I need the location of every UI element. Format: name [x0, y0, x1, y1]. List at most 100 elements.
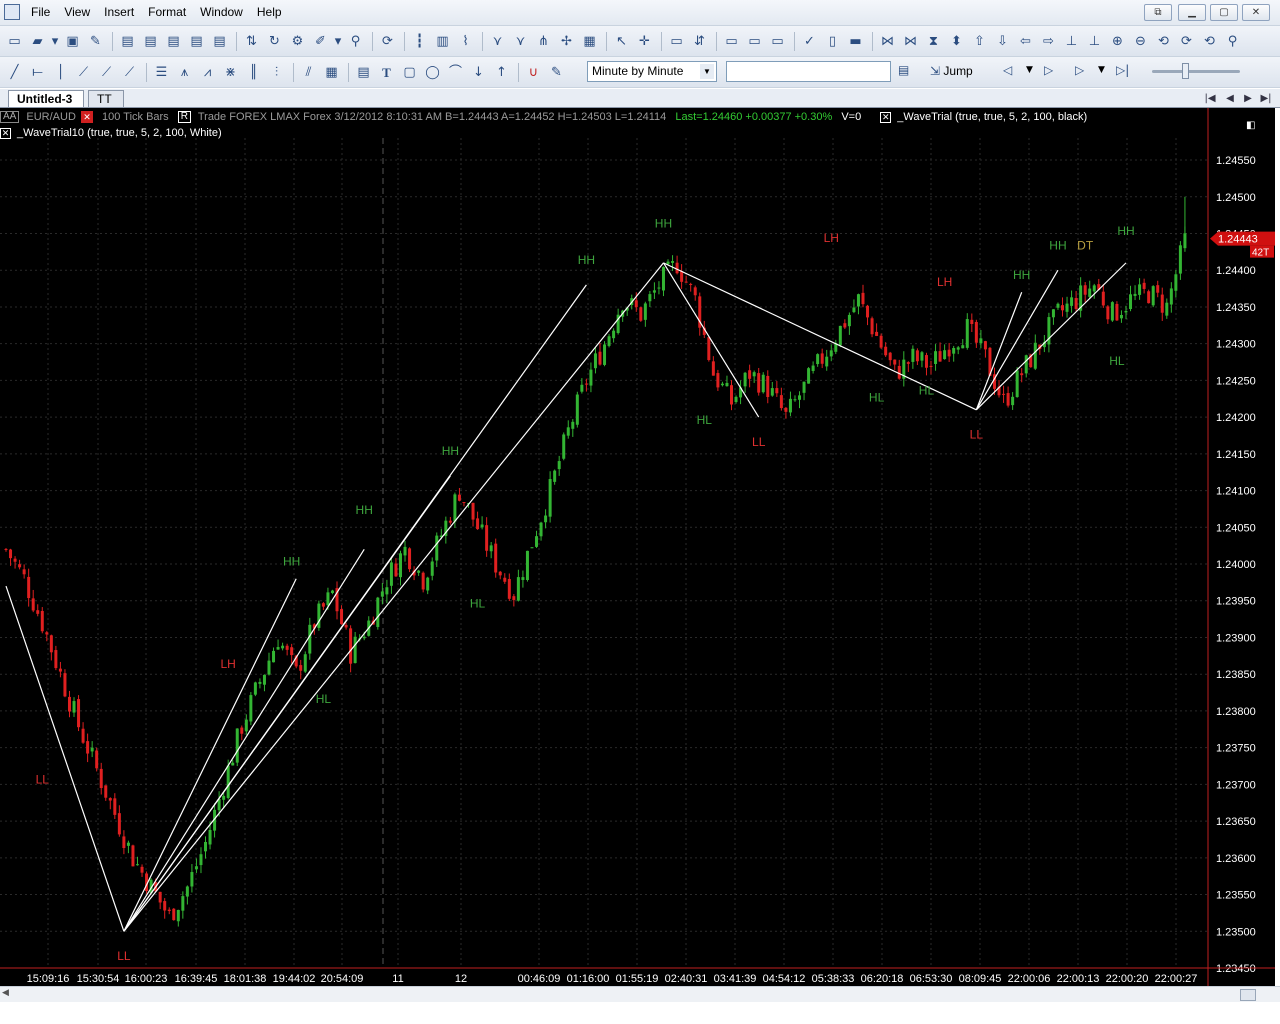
cycle2-icon[interactable]: ⟳ — [1176, 32, 1197, 51]
tree-icon[interactable]: ⊥ — [1061, 32, 1082, 51]
scroll-thumb[interactable] — [1240, 989, 1256, 1001]
menu-file[interactable]: File — [24, 4, 57, 20]
menu-window[interactable]: Window — [193, 4, 250, 20]
options-page-icon[interactable]: ▤ — [186, 32, 207, 51]
window3-icon[interactable]: ▭ — [767, 32, 788, 51]
grid-icon[interactable]: ▦ — [321, 63, 342, 82]
remove-indicator1-icon[interactable]: ✕ — [880, 111, 892, 123]
data-window-icon[interactable]: ▭ — [666, 32, 687, 51]
menu-format[interactable]: Format — [141, 4, 193, 20]
right-arrow-icon[interactable]: ⇨ — [1038, 32, 1059, 51]
insert-strategy-icon[interactable]: ⋎ — [510, 32, 531, 51]
insert-study-icon[interactable]: ✢ — [556, 32, 577, 51]
tab-next-icon[interactable]: ▶ — [1240, 91, 1256, 106]
calc-icon[interactable]: ▤ — [353, 63, 374, 82]
tracking-icon[interactable]: ▯ — [822, 32, 843, 51]
close-doc-icon[interactable]: ✎ — [85, 32, 106, 51]
menu-view[interactable]: View — [57, 4, 97, 20]
cycle-lines-icon[interactable]: ║ — [243, 63, 264, 82]
order-bar-icon[interactable]: ⇅ — [241, 32, 262, 51]
nav-first-icon[interactable]: ⋈ — [877, 32, 898, 51]
pointer-icon[interactable]: ↖ — [611, 32, 632, 51]
remove-indicator2-icon[interactable]: ✕ — [0, 127, 11, 139]
trendline-icon[interactable]: ╱ — [4, 63, 25, 82]
gann-fan-icon[interactable]: ⋇ — [220, 63, 241, 82]
vertical-line-icon[interactable]: │ — [50, 63, 71, 82]
play-end-icon[interactable]: ▷| — [1116, 63, 1129, 77]
dropdown-arrow-icon-2[interactable]: ▾ — [333, 32, 343, 51]
close-icon[interactable]: ✕ — [1242, 4, 1270, 21]
menu-help[interactable]: Help — [250, 4, 289, 20]
close-symbol-icon[interactable]: ✕ — [80, 111, 93, 124]
andrews-icon[interactable]: ⫽ — [298, 63, 319, 82]
eraser-icon[interactable]: ✎ — [546, 63, 567, 82]
axis-menu-icon[interactable]: ◧ — [1246, 120, 1255, 131]
scan-icon[interactable]: ⚲ — [345, 32, 366, 51]
tree2-icon[interactable]: ⊥ — [1084, 32, 1105, 51]
symbol-lookup-icon[interactable]: ▤ — [898, 63, 909, 77]
play-back-icon[interactable]: ◁ — [1003, 63, 1012, 77]
tab-first-icon[interactable]: |◀ — [1202, 91, 1218, 106]
speed-slider-track[interactable] — [1152, 70, 1240, 73]
arc-icon[interactable]: ⌒ — [445, 63, 466, 82]
tab-prev-icon[interactable]: ◀ — [1222, 91, 1238, 106]
window-icon[interactable]: ▭ — [721, 32, 742, 51]
horizontal-scrollbar[interactable]: ◀ — [0, 986, 1280, 1002]
chart-page-icon[interactable]: ▤ — [117, 32, 138, 51]
trade-icon[interactable]: ⇵ — [689, 32, 710, 51]
new-window-icon[interactable]: ▭ — [4, 32, 25, 51]
minimize-icon[interactable]: ▁ — [1178, 4, 1206, 21]
menu-insert[interactable]: Insert — [97, 4, 141, 20]
window2-icon[interactable]: ▭ — [744, 32, 765, 51]
tab-untitled-3[interactable]: Untitled-3 — [8, 90, 84, 107]
fib-fan-icon[interactable]: ⩚ — [174, 63, 195, 82]
cycle3-icon[interactable]: ⟲ — [1199, 32, 1220, 51]
chart-panel[interactable]: 1.245501.245001.244501.244001.243501.243… — [0, 108, 1275, 986]
zoom-in-icon[interactable]: ⊕ — [1107, 32, 1128, 51]
speed-lines-icon[interactable]: ⫶ — [266, 63, 287, 82]
magnify-icon[interactable]: ⚲ — [1222, 32, 1243, 51]
horizontal-ray-icon[interactable]: ⟝ — [27, 63, 48, 82]
up-arrow-icon[interactable]: ⇧ — [969, 32, 990, 51]
bar-chart-icon[interactable]: ┇ — [409, 32, 430, 51]
symbol-input[interactable] — [726, 61, 891, 82]
price-chart[interactable]: 1.245501.245001.244501.244001.243501.243… — [0, 108, 1275, 986]
fib-icon[interactable]: ⟋ — [73, 63, 94, 82]
fib2-icon[interactable]: ⟋ — [96, 63, 117, 82]
fib-retrace-icon[interactable]: ☰ — [151, 63, 172, 82]
draw-object-icon[interactable]: ✐ — [310, 32, 331, 51]
text-icon[interactable]: T — [376, 63, 397, 82]
left-arrow-icon[interactable]: ⇦ — [1015, 32, 1036, 51]
radar-page-icon[interactable]: ▤ — [163, 32, 184, 51]
insert-indicator-icon[interactable]: ⋎ — [487, 32, 508, 51]
status-icon[interactable]: ▬ — [845, 32, 866, 51]
r-button[interactable]: R — [177, 111, 191, 124]
save-icon[interactable]: ▣ — [62, 32, 83, 51]
arrow-up-icon[interactable]: ↑ — [491, 63, 512, 82]
crosshair-icon[interactable]: ✛ — [634, 32, 655, 51]
candlestick-icon[interactable]: ▥ — [432, 32, 453, 51]
gann-icon[interactable]: ⩘ — [197, 63, 218, 82]
cycle-icon[interactable]: ⟲ — [1153, 32, 1174, 51]
hourglass-icon[interactable]: ⧗ — [923, 32, 944, 51]
zoom-out-icon[interactable]: ⊖ — [1130, 32, 1151, 51]
strategy-icon[interactable]: ↻ — [264, 32, 285, 51]
tab-tt-2[interactable]: TT 2 — [88, 90, 124, 123]
maximize-icon[interactable]: ▢ — [1210, 4, 1238, 21]
rectangle-icon[interactable]: ▢ — [399, 63, 420, 82]
restore-down-icon[interactable]: ⧉ — [1144, 4, 1172, 21]
line-chart-icon[interactable]: ⌇ — [455, 32, 476, 51]
quote-page-icon[interactable]: ▤ — [140, 32, 161, 51]
strategy-performance-icon[interactable]: ⚙ — [287, 32, 308, 51]
refresh-icon[interactable]: ⟳ — [377, 32, 398, 51]
jump-button[interactable]: ⇲ Jump — [930, 62, 973, 81]
speed-slider-thumb[interactable] — [1182, 63, 1189, 79]
play-back-menu-icon[interactable]: ▼ — [1026, 65, 1033, 75]
down-arrow-icon[interactable]: ⇩ — [992, 32, 1013, 51]
open-folder-icon[interactable]: ▰ — [27, 32, 48, 51]
scroll-left-icon[interactable]: ◀ — [2, 988, 9, 998]
aa-button[interactable]: AA — [0, 111, 20, 124]
insert-signal-icon[interactable]: ⋔ — [533, 32, 554, 51]
app-icon[interactable] — [4, 4, 20, 20]
interval-select[interactable]: Minute by Minute ▼ — [587, 61, 717, 82]
